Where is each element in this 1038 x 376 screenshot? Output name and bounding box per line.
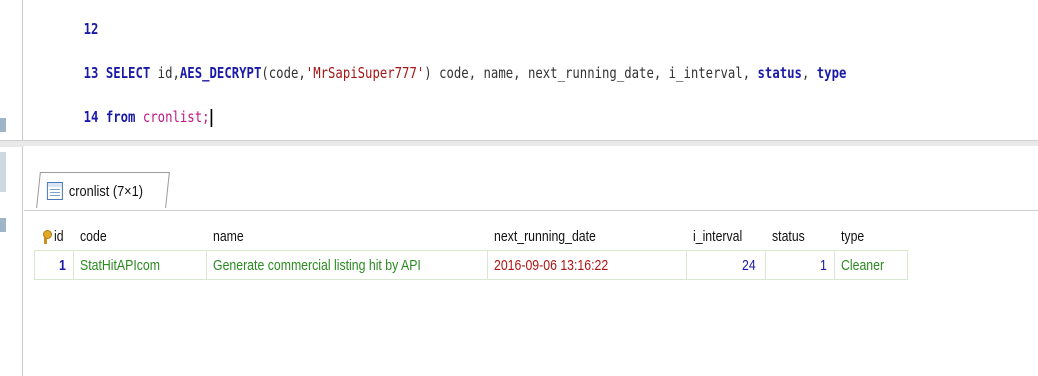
table-name: cronlist xyxy=(142,108,203,126)
header-row: id code name next_running_date i_interva… xyxy=(35,222,908,251)
column-header-next-running-date[interactable]: next_running_date xyxy=(488,222,687,251)
line-number: 12 xyxy=(83,20,99,38)
code-text: id, xyxy=(150,64,180,82)
cell-id[interactable]: 1 xyxy=(34,250,74,280)
keyword-select: SELECT xyxy=(105,64,151,82)
column-header-code[interactable]: code xyxy=(74,222,207,251)
cell-type[interactable]: Cleaner xyxy=(834,250,908,280)
primary-key-icon xyxy=(41,229,52,244)
column-header-type[interactable]: type xyxy=(835,222,908,251)
code-text: ) code, name, next_running_date, i_inter… xyxy=(424,64,758,82)
text-caret xyxy=(210,108,212,127)
gutter-marker xyxy=(0,218,6,232)
column-header-status[interactable]: status xyxy=(766,222,835,251)
tab-label: cronlist (7×1) xyxy=(68,182,144,199)
code-line: 13 SELECT id,AES_DECRYPT(code,'MrSapiSup… xyxy=(54,40,847,82)
gutter-marker xyxy=(0,118,6,132)
code-line: 14 from cronlist; xyxy=(54,84,212,127)
cell-status[interactable]: 1 xyxy=(765,250,835,280)
line-number: 13 xyxy=(83,64,99,82)
cell-next-running-date[interactable]: 2016-09-06 13:16:22 xyxy=(487,250,687,280)
cell-i-interval[interactable]: 24 xyxy=(686,250,766,280)
keyword-aes-decrypt: AES_DECRYPT xyxy=(179,64,262,82)
keyword-status: status xyxy=(757,64,802,82)
editor-gutter-border xyxy=(22,0,23,376)
tab-cronlist[interactable]: cronlist (7×1) xyxy=(36,172,170,208)
column-header-id[interactable]: id xyxy=(35,222,74,251)
string-literal: 'MrSapiSuper777' xyxy=(305,64,425,82)
column-header-i-interval[interactable]: i_interval xyxy=(687,222,766,251)
result-tab-bar: cronlist (7×1) xyxy=(24,146,1038,211)
code-text: (code, xyxy=(261,64,306,82)
gutter-marker xyxy=(0,152,6,192)
column-header-name[interactable]: name xyxy=(207,222,488,251)
keyword-from: from xyxy=(105,108,136,126)
result-table: id code name next_running_date i_interva… xyxy=(34,222,908,280)
code-text: , xyxy=(801,64,817,82)
code-line: 12 xyxy=(54,0,99,38)
result-grid[interactable]: id code name next_running_date i_interva… xyxy=(24,212,1038,376)
semicolon: ; xyxy=(202,108,210,126)
sql-editor[interactable]: 12 13 SELECT id,AES_DECRYPT(code,'MrSapi… xyxy=(24,0,1038,138)
cell-code[interactable]: StatHitAPIcom xyxy=(73,250,207,280)
table-row[interactable]: 1 StatHitAPIcom Generate commercial list… xyxy=(34,250,908,280)
cell-name[interactable]: Generate commercial listing hit by API xyxy=(206,250,488,280)
code-line: 15 xyxy=(54,120,98,138)
table-icon xyxy=(46,181,63,200)
keyword-type: type xyxy=(816,64,847,82)
